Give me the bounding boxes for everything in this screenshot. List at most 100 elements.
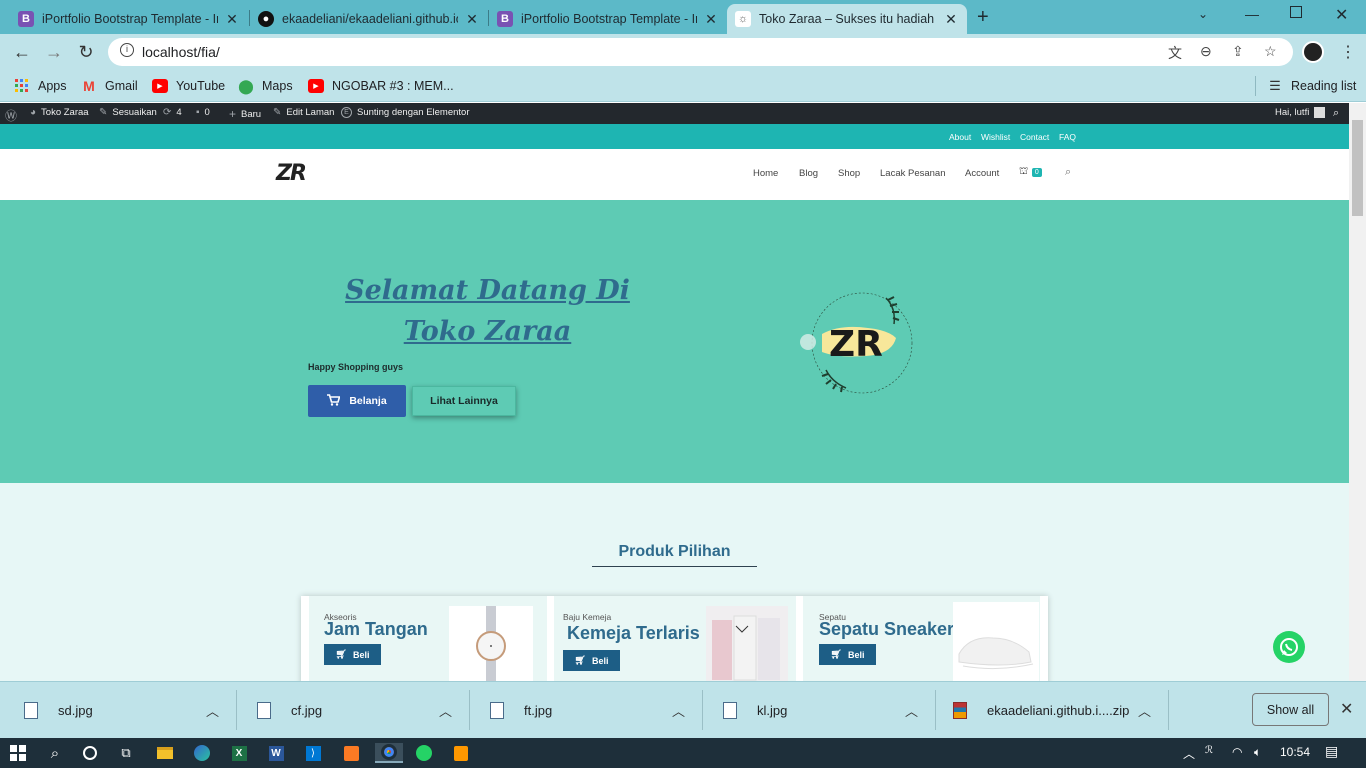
- chrome-icon[interactable]: [375, 743, 403, 763]
- wp-account[interactable]: Hai, lutfi: [1275, 107, 1326, 118]
- sublime-icon[interactable]: [451, 743, 471, 763]
- download-item[interactable]: kl.jpg ︿: [723, 682, 933, 738]
- toplink-faq[interactable]: FAQ: [1059, 132, 1076, 142]
- product-card[interactable]: Akseoris Jam Tangan 🛒︎ Beli: [309, 596, 547, 681]
- hero-title[interactable]: Selamat Datang Di Toko Zaraa: [310, 270, 665, 352]
- show-all-button[interactable]: Show all: [1252, 693, 1329, 726]
- wp-elementor[interactable]: E Sunting dengan Elementor: [341, 107, 470, 118]
- wp-updates-count: 4: [176, 107, 182, 118]
- bookmark-gmail[interactable]: M Gmail: [81, 76, 138, 96]
- wp-edit-page[interactable]: ✎ Edit Laman: [273, 107, 334, 118]
- tab-iportfolio-2[interactable]: B iPortfolio Bootstrap Template - In ✕: [489, 4, 727, 34]
- close-downloads-icon[interactable]: ✕: [1340, 699, 1353, 719]
- nav-account[interactable]: Account: [965, 168, 999, 179]
- tab-github[interactable]: ● ekaadeliani/ekaadeliani.github.io ✕: [250, 4, 488, 34]
- beli-button[interactable]: 🛒︎ Beli: [819, 644, 876, 665]
- beli-button[interactable]: 🛒︎ Beli: [563, 650, 620, 671]
- close-tab-icon[interactable]: ✕: [464, 11, 480, 28]
- profile-avatar[interactable]: [1302, 41, 1324, 63]
- close-tab-icon[interactable]: ✕: [703, 11, 719, 28]
- bookmark-ngobar[interactable]: ▶ NGOBAR #3 : MEM...: [308, 76, 454, 96]
- translate-icon[interactable]: 文: [1168, 43, 1182, 63]
- belanja-button[interactable]: Belanja: [308, 385, 406, 417]
- product-card[interactable]: Baju Kemeja Kemeja Terlaris 🛒︎ Beli: [554, 596, 796, 681]
- download-item[interactable]: ekaadeliani.github.i....zip ︿: [953, 682, 1163, 738]
- xampp-icon[interactable]: [341, 743, 361, 763]
- tray-chevron-icon[interactable]: ︿: [1183, 745, 1195, 762]
- whatsapp-icon[interactable]: [414, 743, 434, 763]
- notification-icon[interactable]: ▤: [1325, 743, 1338, 760]
- word-icon[interactable]: W: [266, 743, 286, 763]
- nav-home[interactable]: Home: [753, 168, 778, 179]
- edge-icon[interactable]: [192, 743, 212, 763]
- cart-button[interactable]: ⛫ 0: [1019, 166, 1042, 179]
- nav-blog[interactable]: Blog: [799, 168, 818, 179]
- restore-icon[interactable]: [1290, 6, 1302, 18]
- reading-list-button[interactable]: ☰ Reading list: [1267, 76, 1356, 96]
- lihat-lainnya-button[interactable]: Lihat Lainnya: [412, 386, 516, 416]
- toplink-about[interactable]: About: [949, 132, 971, 142]
- scrollbar-thumb[interactable]: [1352, 120, 1363, 216]
- ime-icon[interactable]: ℛ: [1205, 745, 1213, 756]
- toplink-contact[interactable]: Contact: [1020, 132, 1049, 142]
- search-icon[interactable]: ⌕: [1333, 107, 1339, 120]
- wp-new[interactable]: + Baru: [229, 107, 261, 121]
- volume-icon[interactable]: 🔈︎: [1254, 745, 1261, 760]
- page-scrollbar[interactable]: [1349, 103, 1366, 681]
- cortana-icon[interactable]: [80, 743, 100, 763]
- beli-button[interactable]: 🛒︎ Beli: [324, 644, 381, 665]
- reload-icon[interactable]: ↻: [74, 40, 98, 64]
- wifi-icon[interactable]: ◠: [1232, 745, 1242, 759]
- excel-icon[interactable]: X: [229, 743, 249, 763]
- zoom-icon[interactable]: ⊖: [1200, 43, 1212, 60]
- address-bar[interactable]: i localhost/fia/ 文 ⊖ ⇪ ☆: [108, 38, 1293, 66]
- back-arrow-icon[interactable]: ←: [10, 40, 34, 64]
- minimize-icon[interactable]: —: [1245, 6, 1259, 22]
- menu-dots-icon[interactable]: ⋮: [1340, 42, 1356, 62]
- clock-time[interactable]: 10:54: [1280, 745, 1310, 759]
- bookmark-apps[interactable]: Apps: [14, 76, 67, 96]
- file-explorer-icon[interactable]: [155, 743, 175, 763]
- tab-search-icon[interactable]: ⌄: [1198, 7, 1208, 21]
- tab-toko-zaraa[interactable]: ☼ Toko Zaraa – Sukses itu hadiah b ✕: [727, 4, 967, 34]
- site-logo[interactable]: ZR: [276, 161, 307, 186]
- bookmark-star-icon[interactable]: ☆: [1264, 43, 1277, 60]
- search-icon[interactable]: ⌕: [1065, 166, 1071, 179]
- wp-updates[interactable]: ⟳ 4: [163, 107, 182, 118]
- wp-site-name[interactable]: ◕ Toko Zaraa: [30, 107, 89, 118]
- product-name[interactable]: Sepatu Sneakers: [819, 619, 964, 640]
- chevron-up-icon[interactable]: ︿: [206, 701, 219, 720]
- close-window-icon[interactable]: ✕: [1335, 5, 1348, 25]
- chevron-up-icon[interactable]: ︿: [1138, 701, 1151, 720]
- chevron-up-icon[interactable]: ︿: [905, 701, 918, 720]
- download-item[interactable]: cf.jpg ︿: [257, 682, 467, 738]
- close-tab-icon[interactable]: ✕: [224, 11, 240, 28]
- download-item[interactable]: ft.jpg ︿: [490, 682, 700, 738]
- new-tab-button[interactable]: +: [977, 6, 997, 28]
- download-item[interactable]: sd.jpg ︿: [24, 682, 234, 738]
- nav-lacak-pesanan[interactable]: Lacak Pesanan: [880, 168, 946, 179]
- close-tab-icon[interactable]: ✕: [943, 11, 959, 28]
- product-name[interactable]: Jam Tangan: [324, 619, 428, 640]
- share-icon[interactable]: ⇪: [1232, 43, 1244, 60]
- tab-iportfolio-1[interactable]: B iPortfolio Bootstrap Template - In ✕: [10, 4, 248, 34]
- chevron-up-icon[interactable]: ︿: [439, 701, 452, 720]
- url-text[interactable]: localhost/fia/: [142, 44, 220, 60]
- whatsapp-float-button[interactable]: [1273, 631, 1305, 663]
- wp-comments[interactable]: ▪ 0: [196, 107, 210, 118]
- bookmark-youtube[interactable]: ▶ YouTube: [152, 76, 225, 96]
- product-card[interactable]: Sepatu Sepatu Sneakers 🛒︎ Beli: [803, 596, 1040, 681]
- product-name[interactable]: Kemeja Terlaris: [567, 623, 700, 644]
- wp-customize[interactable]: ✎ Sesuaikan: [99, 107, 157, 118]
- vscode-icon[interactable]: ⟩: [303, 743, 323, 763]
- nav-shop[interactable]: Shop: [838, 168, 860, 179]
- chevron-up-icon[interactable]: ︿: [672, 701, 685, 720]
- search-icon[interactable]: ⌕: [45, 743, 65, 763]
- bookmark-maps[interactable]: ⬤ Maps: [238, 76, 292, 96]
- windows-start-icon[interactable]: [8, 743, 28, 763]
- toplink-wishlist[interactable]: Wishlist: [981, 132, 1010, 142]
- site-info-icon[interactable]: i: [120, 43, 134, 57]
- wordpress-logo-icon[interactable]: Ⓦ: [5, 107, 22, 124]
- task-view-icon[interactable]: ⧉: [116, 743, 136, 763]
- forward-arrow-icon[interactable]: →: [42, 40, 66, 64]
